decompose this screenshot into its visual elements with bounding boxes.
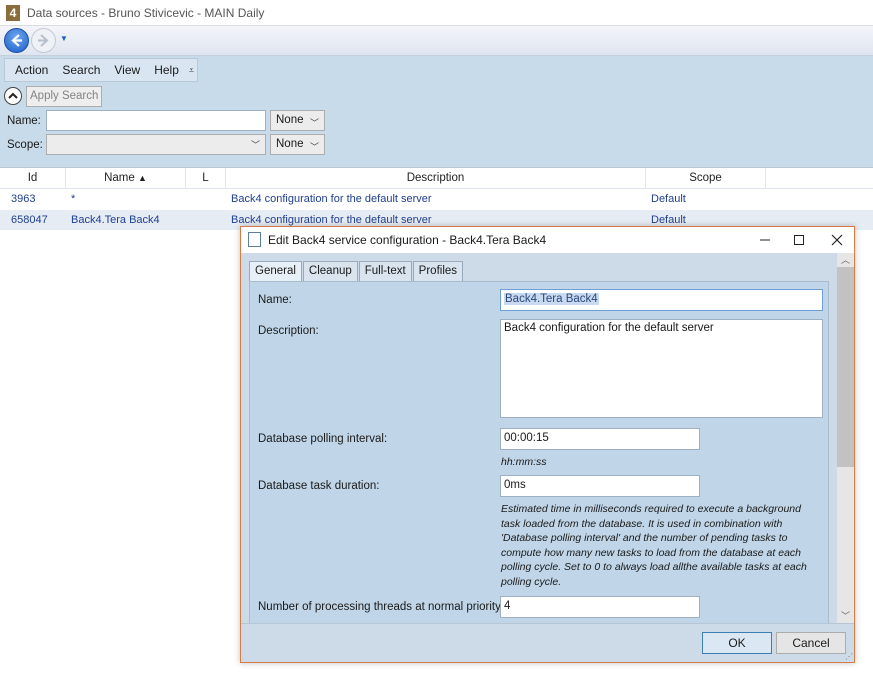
task-duration-field[interactable]: 0ms: [500, 475, 700, 497]
search-panel: Action Search View Help ⩡ Apply Search N…: [0, 56, 873, 167]
name-filter-mode-value: None: [276, 114, 304, 126]
close-button[interactable]: [827, 231, 847, 249]
tab-cleanup[interactable]: Cleanup: [302, 261, 358, 281]
column-header-l[interactable]: L: [186, 168, 226, 189]
tab-general[interactable]: General: [249, 261, 302, 281]
column-header-description[interactable]: Description: [226, 168, 646, 189]
name-field[interactable]: Back4.Tera Back4: [500, 289, 823, 311]
chevron-up-icon: [8, 92, 18, 99]
resize-grip-icon[interactable]: ⋰: [845, 652, 853, 661]
tab-full-text[interactable]: Full-text: [358, 261, 412, 281]
maximize-button[interactable]: [789, 231, 809, 249]
menu-search[interactable]: Search: [55, 63, 107, 77]
polling-interval-hint: hh:mm:ss: [501, 456, 547, 468]
history-dropdown-icon[interactable]: ▼: [60, 34, 68, 43]
edit-config-dialog: Edit Back4 service configuration - Back4…: [240, 226, 855, 663]
cell-scope: Default: [651, 193, 686, 205]
name-field-value: Back4.Tera Back4: [504, 293, 599, 305]
scope-filter-select[interactable]: ﹀: [46, 134, 266, 155]
name-filter-mode-select[interactable]: None ﹀: [270, 110, 325, 131]
threads-label: Number of processing threads at normal p…: [258, 601, 505, 613]
dialog-body: General Cleanup Full-text Profiles Name:…: [241, 253, 854, 623]
chevron-down-icon: ﹀: [309, 118, 319, 128]
dialog-footer: OK Cancel ⋰: [241, 623, 854, 662]
name-filter-input[interactable]: [46, 110, 266, 131]
column-header-name-label: Name: [104, 172, 135, 184]
cell-name: Back4.Tera Back4: [71, 214, 160, 226]
grid-header: Id Name ▲ L Description Scope: [0, 167, 873, 189]
column-header-name[interactable]: Name ▲: [66, 168, 186, 189]
arrow-left-icon: [11, 34, 22, 47]
window-icon: [248, 232, 261, 247]
scope-filter-mode-select[interactable]: None ﹀: [270, 134, 325, 155]
cell-id: 3963: [11, 193, 36, 205]
menu-view[interactable]: View: [107, 63, 147, 77]
task-duration-hint: Estimated time in milliseconds required …: [501, 503, 807, 588]
scrollbar-thumb[interactable]: [837, 267, 854, 467]
description-field[interactable]: Back4 configuration for the default serv…: [500, 319, 823, 418]
cell-id: 658047: [11, 214, 48, 226]
cell-description: Back4 configuration for the default serv…: [231, 193, 432, 205]
menu-bar: Action Search View Help ⩡: [4, 58, 198, 82]
cell-name: *: [71, 193, 76, 205]
polling-interval-field[interactable]: 00:00:15: [500, 428, 700, 450]
description-label: Description:: [258, 325, 319, 337]
scroll-down-icon[interactable]: ﹀: [837, 609, 854, 623]
scroll-up-icon[interactable]: ︿: [837, 253, 854, 267]
tab-profiles[interactable]: Profiles: [412, 261, 464, 281]
chevron-down-icon: ﹀: [309, 142, 319, 152]
navigation-bar: ▼: [0, 26, 873, 56]
window-titlebar: 4 Data sources - Bruno Stivicevic - MAIN…: [0, 0, 873, 26]
name-label: Name:: [258, 294, 292, 306]
back-button[interactable]: [4, 28, 29, 53]
menu-action[interactable]: Action: [8, 63, 55, 77]
forward-button[interactable]: [31, 28, 56, 53]
dialog-title: Edit Back4 service configuration - Back4…: [268, 233, 547, 247]
menu-help[interactable]: Help: [147, 63, 186, 77]
general-tab-panel: Name: Back4.Tera Back4 Description: Back…: [249, 281, 829, 623]
name-filter-label: Name:: [7, 115, 41, 127]
minimize-icon: [760, 239, 770, 241]
dialog-scrollbar[interactable]: ︿ ﹀: [837, 253, 854, 623]
dialog-titlebar[interactable]: Edit Back4 service configuration - Back4…: [241, 227, 854, 253]
column-header-id[interactable]: Id: [0, 168, 66, 189]
window-title: Data sources - Bruno Stivicevic - MAIN D…: [27, 5, 265, 20]
minimize-button[interactable]: [755, 231, 775, 249]
chevron-down-icon: ﹀: [250, 140, 260, 150]
arrow-right-icon: [38, 34, 49, 47]
threads-field[interactable]: 4: [500, 596, 700, 618]
app-logo-icon: 4: [6, 4, 20, 21]
task-duration-label: Database task duration:: [258, 480, 380, 492]
collapse-search-button[interactable]: [4, 87, 22, 105]
table-row[interactable]: 3963 * Back4 configuration for the defau…: [0, 189, 873, 209]
polling-interval-label: Database polling interval:: [258, 433, 388, 445]
menu-overflow-icon[interactable]: ⩡: [186, 65, 197, 76]
scope-filter-label: Scope:: [7, 139, 43, 151]
column-header-scope[interactable]: Scope: [646, 168, 766, 189]
maximize-icon: [794, 235, 804, 245]
scope-filter-mode-value: None: [276, 138, 304, 150]
sort-ascending-icon: ▲: [137, 173, 147, 183]
tab-strip: General Cleanup Full-text Profiles: [249, 261, 464, 281]
close-icon: [831, 234, 843, 246]
ok-button[interactable]: OK: [702, 632, 772, 654]
cancel-button[interactable]: Cancel: [776, 632, 846, 654]
apply-search-button[interactable]: Apply Search: [26, 86, 103, 107]
